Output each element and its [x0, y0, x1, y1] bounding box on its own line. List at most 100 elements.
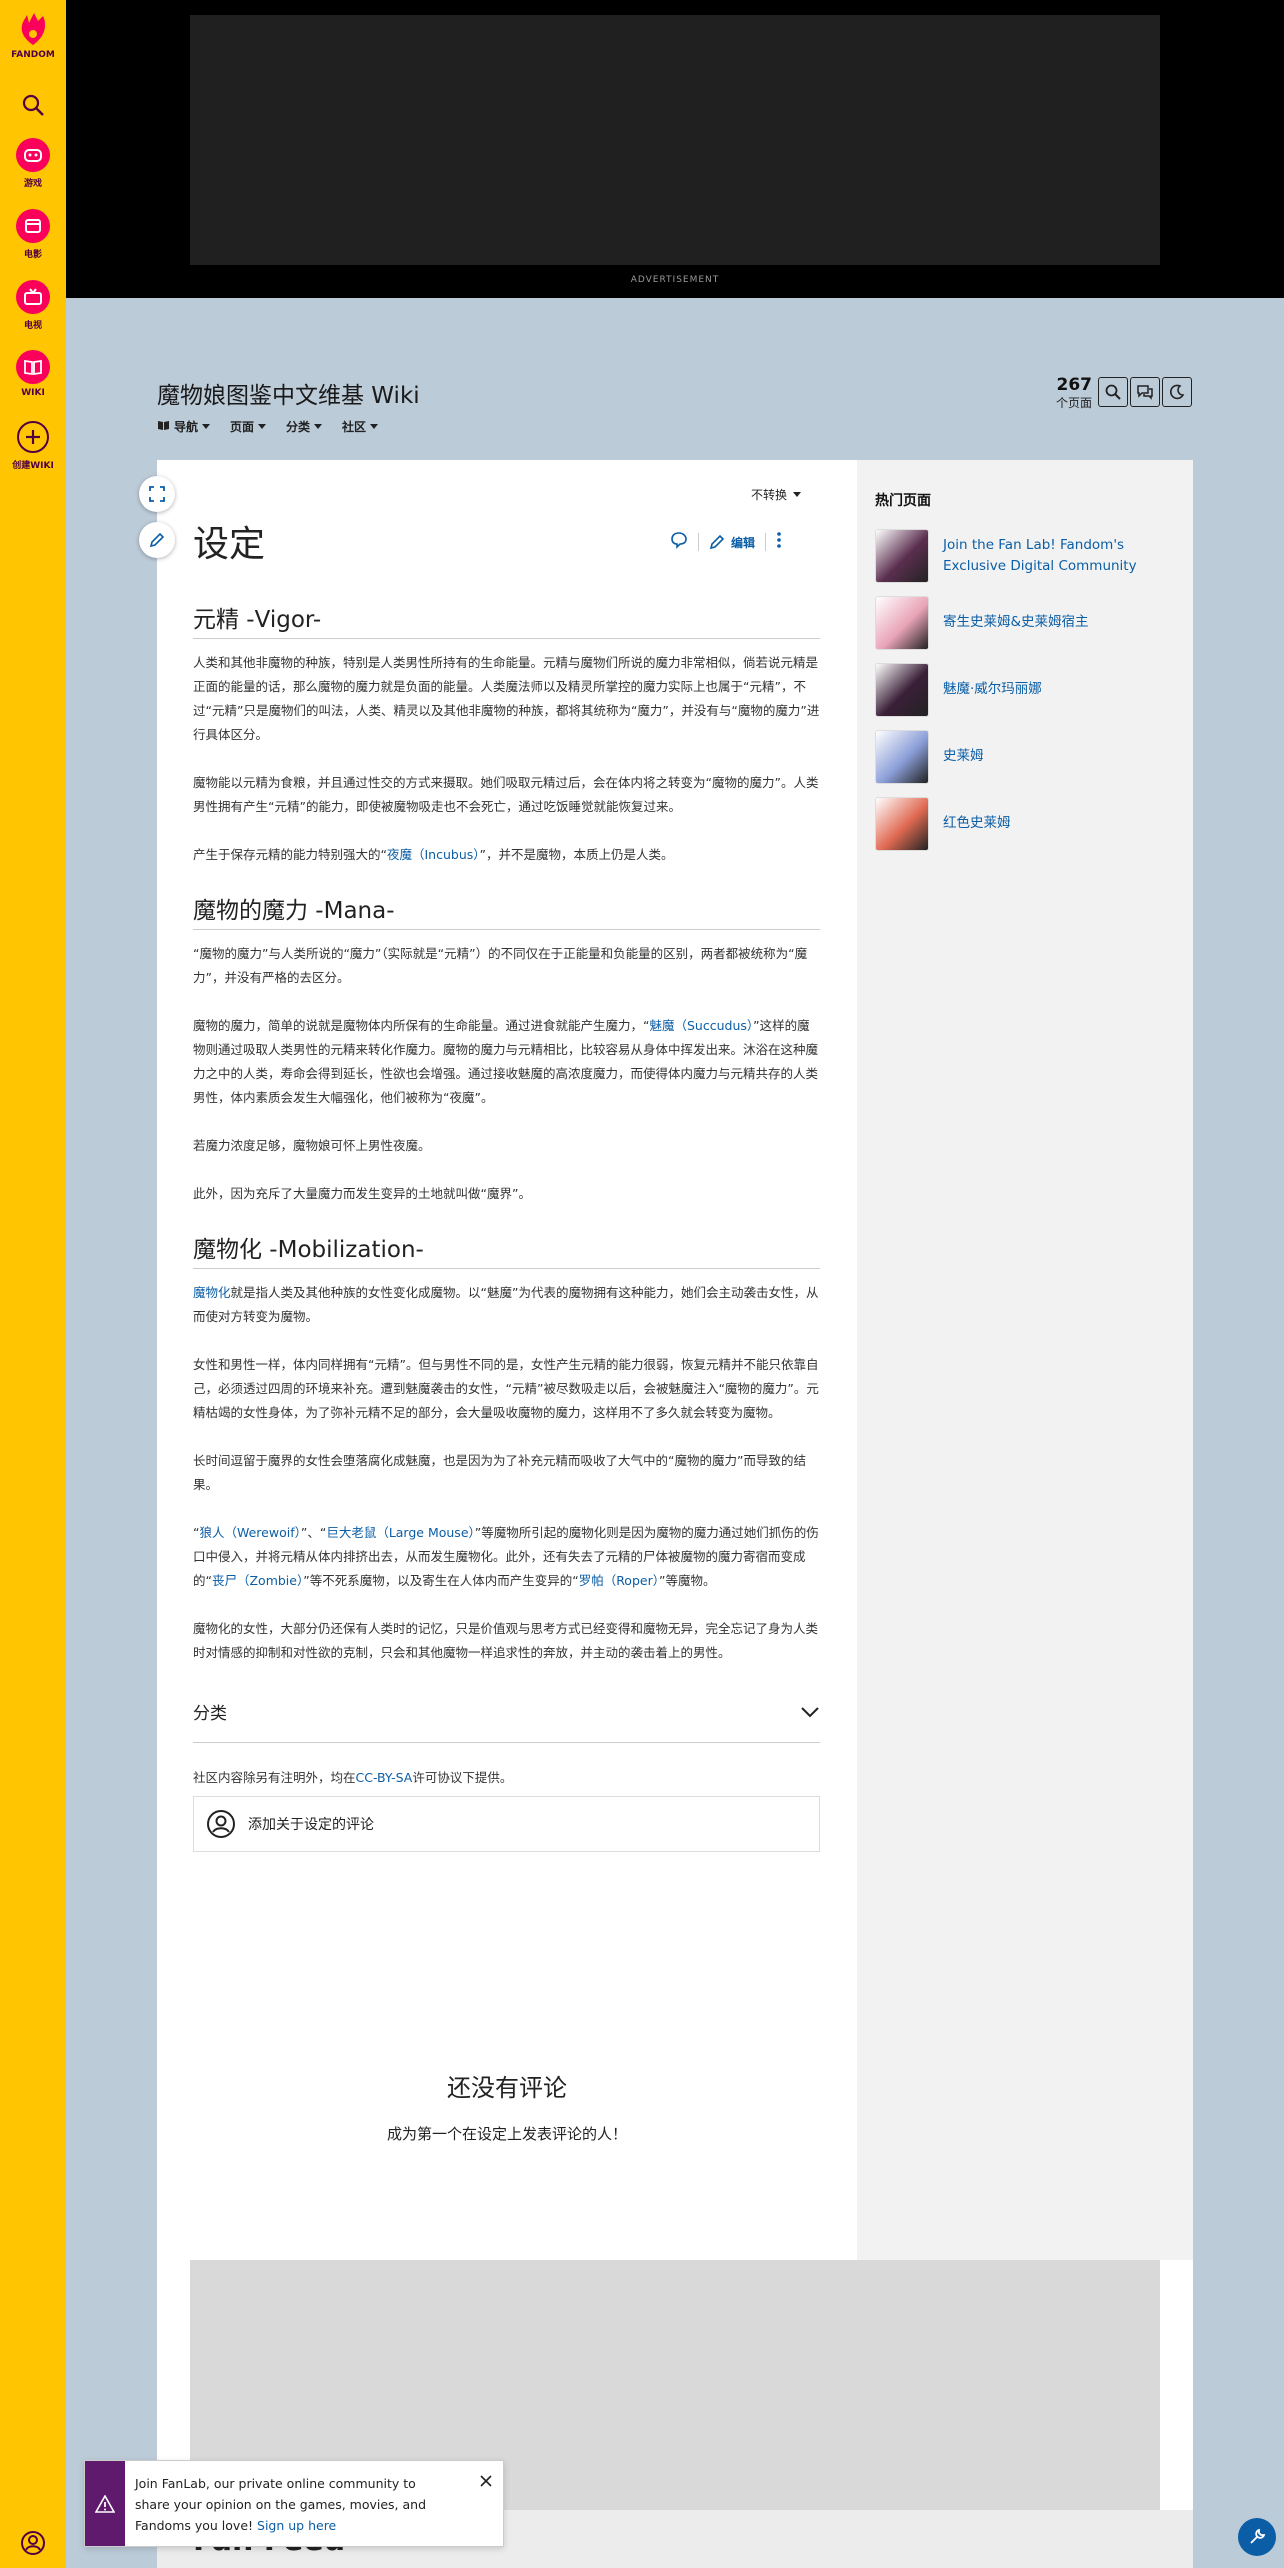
popular-pages-heading: 热门页面	[875, 493, 931, 509]
rail-wiki[interactable]: WIKI	[0, 350, 66, 398]
rail-create-wiki-label: 创建WIKI	[12, 461, 54, 471]
more-actions-icon[interactable]	[776, 531, 782, 553]
popular-page-label: 红色史莱姆	[943, 815, 1011, 831]
categories-toggle[interactable]: 分类	[193, 1689, 820, 1743]
article-link[interactable]: 魔物化	[193, 1285, 231, 1300]
expand-icon	[149, 486, 165, 502]
nav-explore[interactable]: 导航	[157, 418, 211, 435]
article-link[interactable]: 魅魔（Succudus）	[649, 1018, 753, 1033]
rail-games[interactable]: 游戏	[0, 138, 66, 189]
article-paragraph: 若魔力浓度足够，魔物娘可怀上男性夜魔。	[193, 1134, 820, 1158]
popular-page-thumbnail	[875, 595, 929, 650]
article-paragraph: 魔物化的女性，大部分仍还保有人类时的记忆，只是价值观与思考方式已经变得和魔物无异…	[193, 1617, 820, 1665]
toast-signup-link[interactable]: Sign up here	[257, 2518, 336, 2533]
add-comment-box[interactable]: 添加关于设定的评论	[193, 1796, 820, 1852]
article-link[interactable]: 狼人（Werewoif）	[199, 1525, 300, 1540]
article-text: 产生于保存元精的能力特别强大的“	[193, 847, 387, 862]
license-suffix: 许可协议下提供。	[412, 1770, 513, 1785]
ad-label: ADVERTISEMENT	[630, 275, 720, 285]
rail-wiki-label: WIKI	[21, 388, 45, 398]
popular-page-item[interactable]: Join the Fan Lab! Fandom's Exclusive Dig…	[875, 522, 1175, 589]
rail-create-wiki[interactable]: 创建WIKI	[0, 420, 66, 471]
nav-categories[interactable]: 分类	[286, 418, 323, 435]
popular-page-item[interactable]: 寄生史莱姆&史莱姆宿主	[875, 589, 1175, 656]
tool-divider	[698, 533, 699, 551]
rail-search[interactable]	[0, 88, 66, 126]
nav-explore-label: 导航	[174, 420, 199, 434]
book-icon	[16, 350, 50, 384]
chevron-down-icon	[314, 424, 323, 429]
rail-user[interactable]	[0, 2526, 66, 2564]
rail-tv[interactable]: 电视	[0, 280, 66, 331]
nav-pages[interactable]: 页面	[230, 418, 267, 435]
article-paragraph: 产生于保存元精的能力特别强大的“夜魔（Incubus）”，并不是魔物，本质上仍是…	[193, 843, 820, 867]
article-paragraph: 长时间逗留于魔界的女性会堕落腐化成魅魔，也是因为为了补充元精而吸收了大气中的“魔…	[193, 1449, 820, 1497]
article-link[interactable]: 巨大老鼠（Large Mouse）	[326, 1525, 474, 1540]
article-paragraph: “狼人（Werewoif）”、“巨大老鼠（Large Mouse）”等魔物所引起…	[193, 1521, 820, 1593]
section-heading: 元精 -Vigor-	[193, 600, 820, 639]
nav-categories-label: 分类	[286, 420, 311, 434]
popular-page-item[interactable]: 红色史莱姆	[875, 790, 1175, 857]
chevron-down-icon	[258, 424, 267, 429]
variant-label: 不转换	[751, 488, 788, 502]
header-actions	[1098, 377, 1192, 407]
article-link[interactable]: 丧尸（Zombie）	[212, 1573, 303, 1588]
rail-tv-label: 电视	[23, 321, 42, 331]
edit-button[interactable]: 编辑	[709, 534, 755, 551]
tool-divider	[765, 533, 767, 551]
article-link[interactable]: 罗帕（Roper）	[579, 1573, 659, 1588]
nav-pages-label: 页面	[230, 420, 255, 434]
article-link[interactable]: 夜魔（Incubus）	[387, 847, 480, 862]
pencil-icon	[709, 534, 725, 550]
edit-float-button[interactable]	[139, 522, 175, 558]
close-icon[interactable]	[479, 2473, 493, 2492]
article-text: 女性和男性一样，体内同样拥有“元精”。但与男性不同的是，女性产生元精的能力很弱，…	[193, 1357, 819, 1420]
discussions-button[interactable]	[1130, 377, 1160, 407]
article-content: 元精 -Vigor- 人类和其他非魔物的种族，特别是人类男性所持有的生命能量。元精…	[193, 600, 820, 1852]
popular-page-thumbnail	[875, 796, 929, 851]
popular-page-label: 史莱姆	[943, 748, 984, 764]
tv-icon	[16, 280, 50, 314]
wiki-title[interactable]: 魔物娘图鉴中文维基 Wiki	[157, 376, 420, 410]
warning-icon	[95, 2494, 115, 2513]
popular-page-item[interactable]: 魅魔·威尔玛丽娜	[875, 656, 1175, 723]
popular-page-item[interactable]: 史莱姆	[875, 723, 1175, 790]
theme-toggle-button[interactable]	[1162, 377, 1192, 407]
film-icon	[16, 209, 50, 243]
popular-list: Join the Fan Lab! Fandom's Exclusive Dig…	[875, 522, 1175, 857]
article-paragraph: 魔物的魔力，简单的说就是魔物体内所保有的生命能量。通过进食就能产生魔力，“魅魔（…	[193, 1014, 820, 1110]
rail-games-label: 游戏	[23, 179, 42, 189]
license-link[interactable]: CC-BY-SA	[356, 1770, 413, 1785]
plus-circle-icon	[16, 420, 50, 454]
page-title: 设定	[193, 524, 266, 565]
language-variant-dropdown[interactable]: 不转换	[751, 486, 802, 503]
page-count-label: 个页面	[1055, 396, 1092, 410]
wrench-icon	[1250, 2528, 1266, 2544]
rail-movies-label: 电影	[23, 250, 42, 260]
fandom-heart-icon	[16, 12, 50, 46]
wiki-search-button[interactable]	[1098, 377, 1128, 407]
article-text: 魔物的魔力，简单的说就是魔物体内所保有的生命能量。通过进食就能产生魔力，“	[193, 1018, 650, 1033]
comment-icon[interactable]	[670, 531, 688, 553]
rail-movies[interactable]: 电影	[0, 209, 66, 260]
article-text: ”等不死系魔物，以及寄生在人体内而产生变异的“	[303, 1573, 579, 1588]
popular-page-label: Join the Fan Lab! Fandom's Exclusive Dig…	[943, 536, 1137, 574]
page-counter: 267 个页面	[1048, 376, 1092, 411]
expand-content-button[interactable]	[139, 476, 175, 512]
chevron-down-icon	[370, 424, 379, 429]
empty-comments: 还没有评论 成为第一个在设定上发表评论的人！	[157, 2068, 857, 2144]
toast-message: Join FanLab, our private online communit…	[125, 2461, 445, 2546]
fandom-global-nav: FANDOM 游戏 电影 电视 WIKI 创建WIKI	[0, 0, 66, 2568]
section-heading: 魔物的魔力 -Mana-	[193, 891, 820, 930]
article-text: 长时间逗留于魔界的女性会堕落腐化成魅魔，也是因为为了补充元精而吸收了大气中的“魔…	[193, 1453, 806, 1492]
article-paragraph: 魔物化就是指人类及其他种族的女性变化成魔物。以“魅魔”为代表的魔物拥有这种能力，…	[193, 1281, 820, 1329]
article-text: 此外，因为充斥了大量魔力而发生变异的土地就叫做“魔界”。	[193, 1186, 531, 1201]
section-heading: 魔物化 -Mobilization-	[193, 1230, 820, 1269]
edit-label: 编辑	[731, 535, 756, 550]
nav-community[interactable]: 社区	[342, 418, 379, 435]
article-paragraph: 魔物能以元精为食粮，并且通过性交的方式来摄取。她们吸取元精过后，会在体内将之转变…	[193, 771, 820, 819]
no-comments-subtitle: 成为第一个在设定上发表评论的人！	[386, 2125, 627, 2143]
fandom-logo[interactable]: FANDOM	[0, 12, 66, 60]
tools-fab[interactable]	[1238, 2518, 1276, 2556]
top-ad-slot[interactable]	[190, 15, 1160, 265]
